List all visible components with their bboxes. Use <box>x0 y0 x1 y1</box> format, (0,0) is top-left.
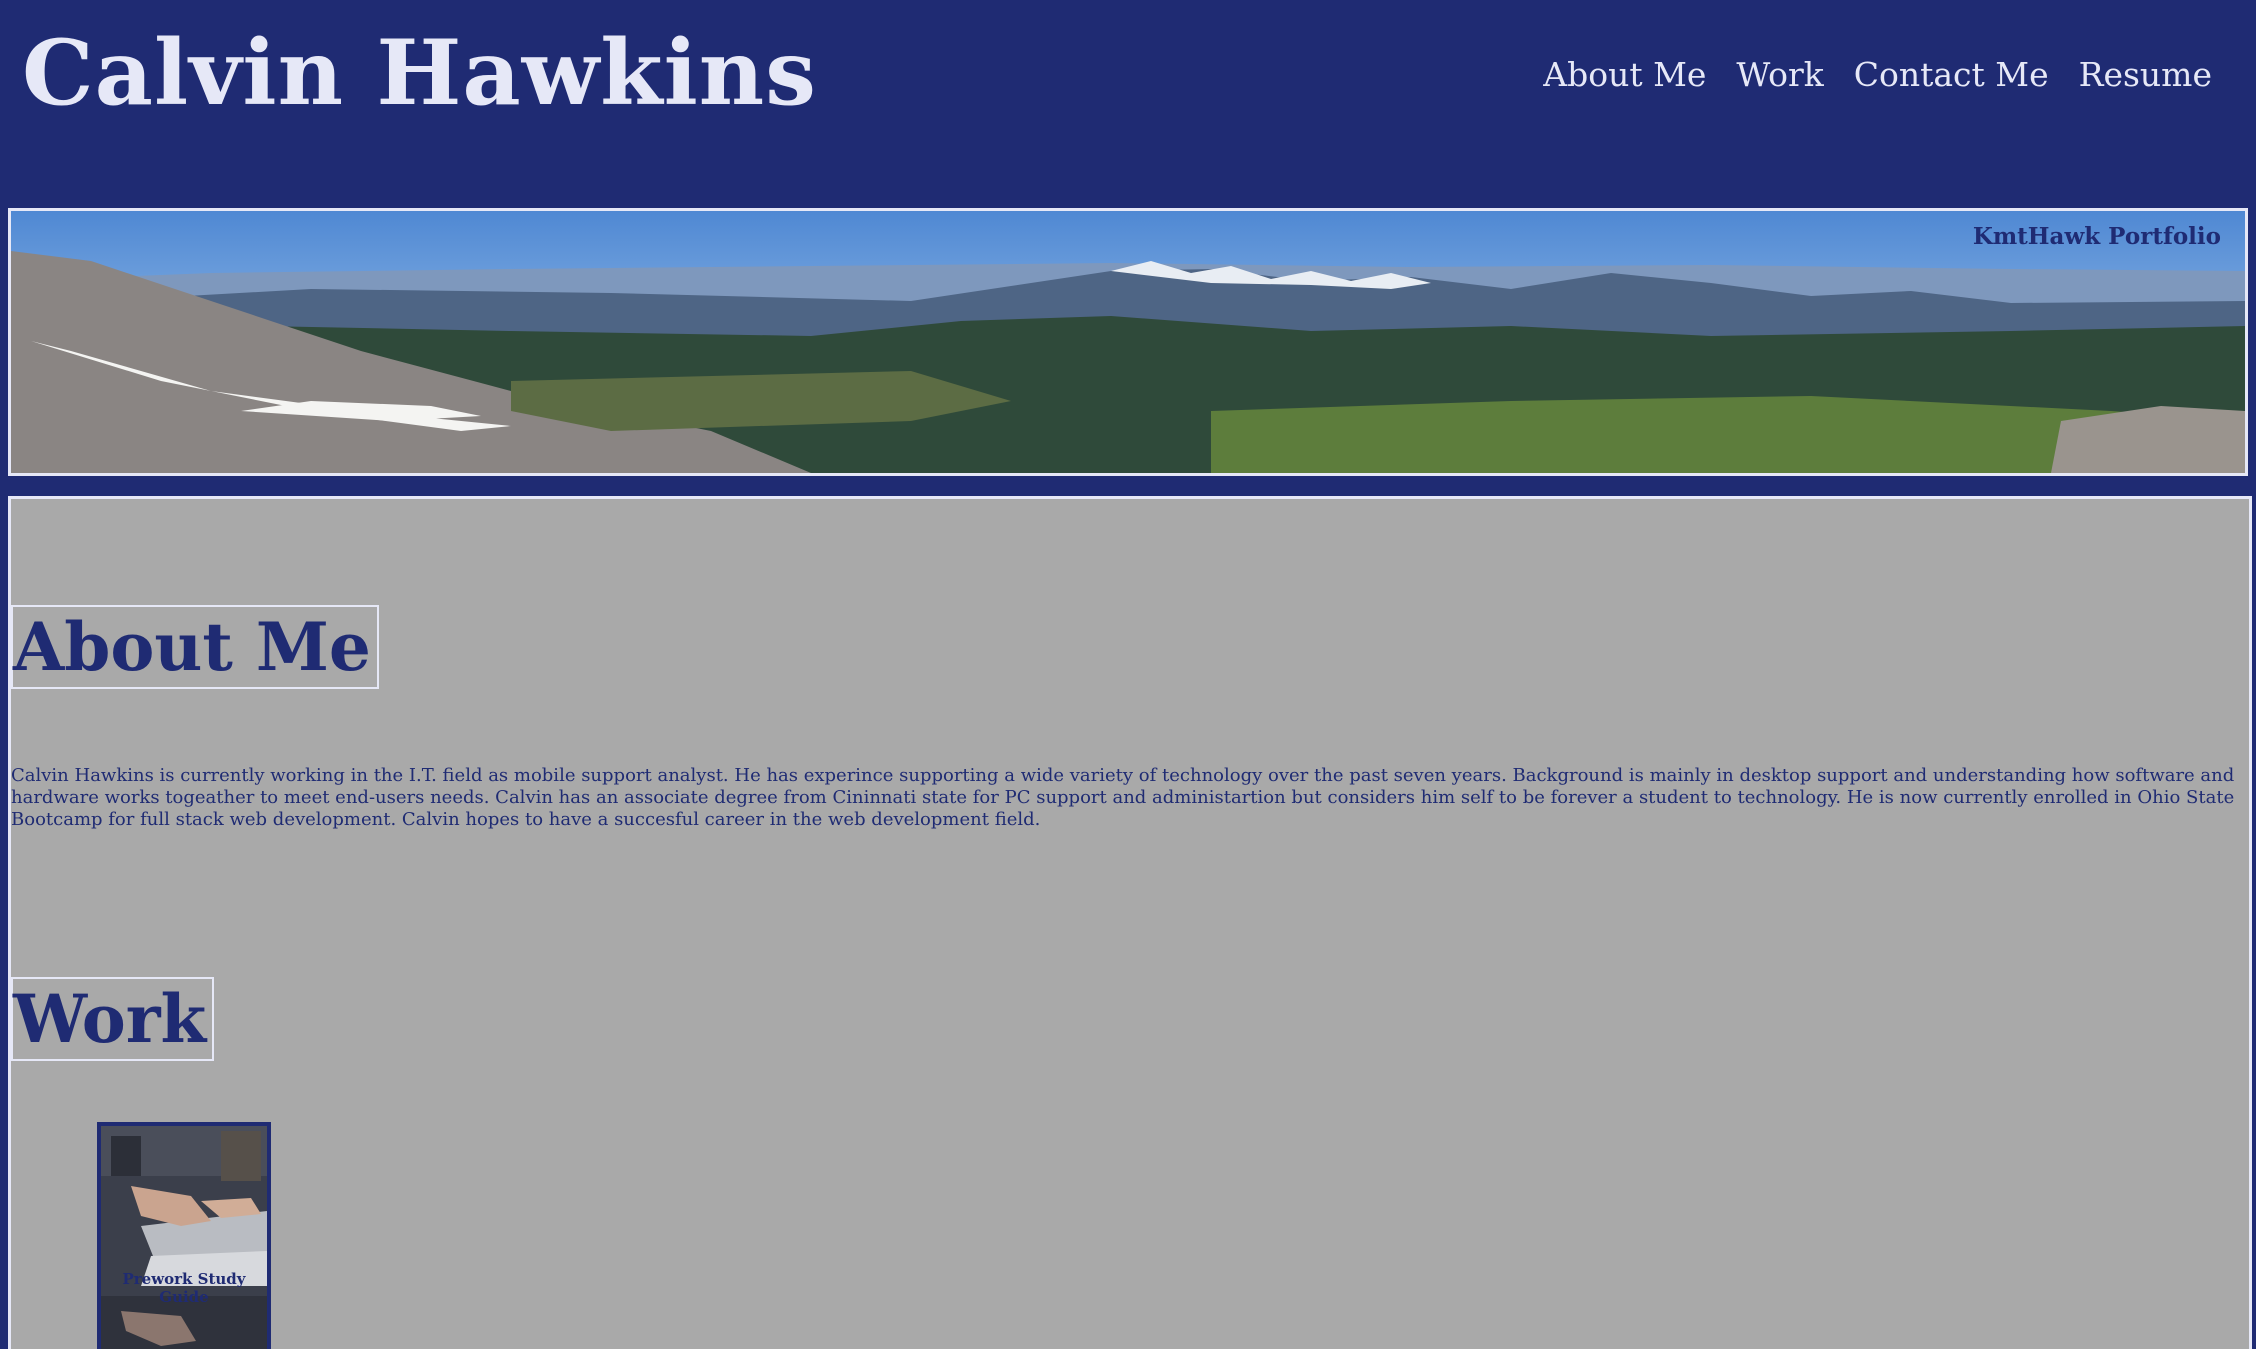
work-heading: Work <box>11 977 215 1061</box>
site-header: Calvin Hawkins About Me Work Contact Me … <box>0 0 2256 205</box>
work-card-prework-study-guide[interactable]: Prework Study Guide <box>97 1122 271 1349</box>
hero-banner: KmtHawk Portfolio <box>8 208 2248 476</box>
about-text: Calvin Hawkins is currently working in t… <box>11 765 2235 830</box>
main-nav: About Me Work Contact Me Resume <box>1543 58 2212 91</box>
hero-caption: KmtHawk Portfolio <box>1972 223 2221 250</box>
site-title: Calvin Hawkins <box>22 20 817 126</box>
nav-link-contact-me[interactable]: Contact Me <box>1854 58 2049 91</box>
work-card-label: Prework Study Guide <box>122 1270 246 1306</box>
main-content: About Me Calvin Hawkins is currently wor… <box>8 496 2252 1349</box>
about-heading: About Me <box>11 605 379 689</box>
nav-link-resume[interactable]: Resume <box>2079 58 2212 91</box>
nav-link-about-me[interactable]: About Me <box>1543 58 1706 91</box>
nav-link-work[interactable]: Work <box>1736 58 1823 91</box>
mountain-panorama-image <box>11 211 2245 473</box>
laptop-hands-photo <box>101 1126 267 1349</box>
